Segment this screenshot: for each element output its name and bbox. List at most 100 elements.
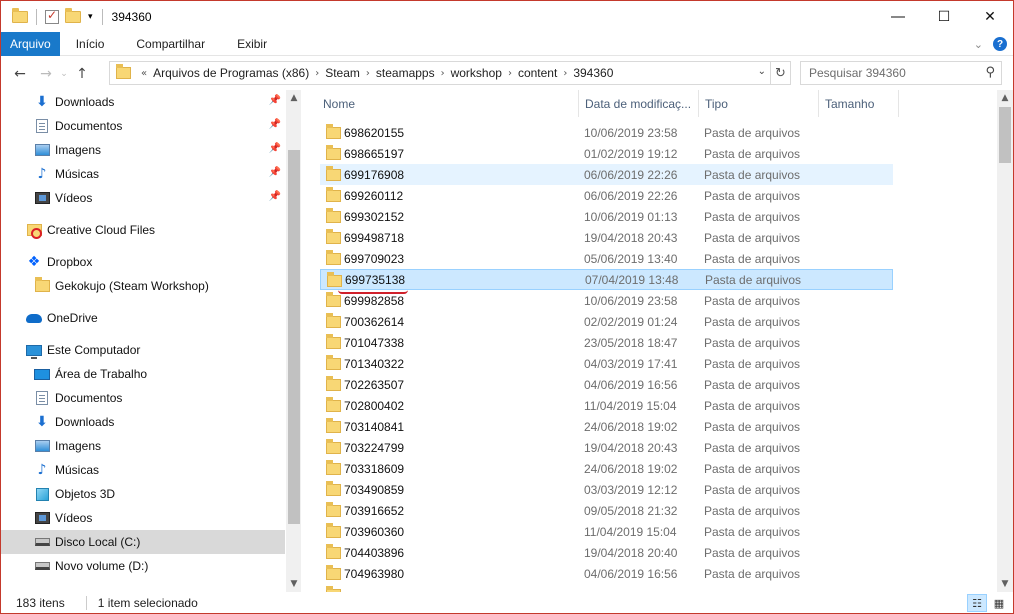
chevron-right-icon[interactable]: › [315, 68, 319, 79]
nav-item-documentos[interactable]: Documentos 📌 [1, 114, 285, 138]
new-folder-icon[interactable] [65, 7, 81, 23]
file-row[interactable]: 703916652 09/05/2018 21:32 Pasta de arqu… [320, 500, 893, 521]
nav-item-downloads[interactable]: ⬇ Downloads 📌 [1, 90, 285, 114]
folder-icon [116, 64, 131, 79]
column-header-size[interactable]: Tamanho [819, 90, 899, 117]
chevron-down-icon[interactable]: ⌄ [758, 66, 766, 77]
search-icon[interactable]: ⚲ [985, 65, 995, 80]
breadcrumb-item[interactable]: steamapps [376, 66, 435, 80]
column-header-type[interactable]: Tipo [699, 90, 819, 117]
file-row-selected[interactable]: 699735138 07/04/2019 13:48 Pasta de arqu… [320, 269, 893, 290]
scroll-up-icon[interactable]: ▲ [997, 90, 1013, 106]
nav-item-videos-pc[interactable]: Vídeos [1, 506, 285, 530]
nav-item-novo-volume-d[interactable]: Novo volume (D:) [1, 554, 285, 578]
chevron-right-icon[interactable]: › [563, 68, 567, 79]
folder-icon [326, 355, 341, 370]
file-list-scrollbar[interactable]: ▲ ▼ [997, 90, 1013, 592]
customize-toolbar-icon[interactable]: ▾ [88, 12, 93, 22]
file-row[interactable]: 701047338 23/05/2018 18:47 Pasta de arqu… [320, 332, 893, 353]
nav-item-area-de-trabalho[interactable]: Área de Trabalho [1, 362, 285, 386]
folder-icon [326, 334, 341, 349]
pin-icon[interactable]: 📌 [269, 119, 281, 130]
window-controls: ― ☐ ✕ [875, 1, 1013, 32]
file-row[interactable]: 702800402 11/04/2019 15:04 Pasta de arqu… [320, 395, 893, 416]
nav-item-dropbox[interactable]: ❖ Dropbox [1, 250, 285, 274]
maximize-button[interactable]: ☐ [921, 1, 967, 32]
nav-item-musicas[interactable]: ♪ Músicas 📌 [1, 162, 285, 186]
file-row[interactable]: 701340322 04/03/2019 17:41 Pasta de arqu… [320, 353, 893, 374]
scrollbar-thumb[interactable] [999, 107, 1011, 163]
help-icon[interactable]: ? [993, 37, 1007, 51]
breadcrumb-overflow-icon[interactable]: « [141, 68, 147, 79]
tab-compartilhar[interactable]: Compartilhar [120, 32, 221, 56]
file-row[interactable]: 700362614 02/02/2019 01:24 Pasta de arqu… [320, 311, 893, 332]
file-row[interactable]: 703318609 24/06/2018 19:02 Pasta de arqu… [320, 458, 893, 479]
chevron-right-icon[interactable]: › [508, 68, 512, 79]
up-button[interactable]: ↑ [71, 62, 93, 86]
file-row[interactable]: 699498718 19/04/2018 20:43 Pasta de arqu… [320, 227, 893, 248]
pin-icon[interactable]: 📌 [269, 95, 281, 106]
nav-item-musicas-pc[interactable]: ♪ Músicas [1, 458, 285, 482]
scrollbar-thumb[interactable] [288, 150, 300, 524]
file-row[interactable]: 704963980 04/06/2019 16:56 Pasta de arqu… [320, 563, 893, 584]
expand-ribbon-icon[interactable]: ⌄ [974, 38, 983, 51]
nav-item-objetos-3d[interactable]: Objetos 3D [1, 482, 285, 506]
details-view-icon[interactable]: ☷ [967, 594, 987, 612]
pin-icon[interactable]: 📌 [269, 143, 281, 154]
column-header-name[interactable]: Nome [317, 90, 579, 117]
nav-item-imagens[interactable]: Imagens 📌 [1, 138, 285, 162]
pin-icon[interactable]: 📌 [269, 191, 281, 202]
forward-button[interactable]: → [35, 62, 57, 86]
breadcrumb-item[interactable]: Arquivos de Programas (x86) [153, 66, 309, 80]
file-row[interactable]: 699302152 10/06/2019 01:13 Pasta de arqu… [320, 206, 893, 227]
nav-item-este-computador[interactable]: Este Computador [1, 338, 285, 362]
pin-icon[interactable]: 📌 [269, 167, 281, 178]
scroll-down-icon[interactable]: ▼ [997, 576, 1013, 592]
breadcrumb-item[interactable]: Steam [325, 66, 360, 80]
chevron-right-icon[interactable]: › [441, 68, 445, 79]
nav-item-videos[interactable]: Vídeos 📌 [1, 186, 285, 210]
back-button[interactable]: ← [9, 62, 31, 86]
breadcrumb-item[interactable]: 394360 [573, 66, 613, 80]
file-row[interactable]: 698665197 01/02/2019 19:12 Pasta de arqu… [320, 143, 893, 164]
tab-exibir[interactable]: Exibir [221, 32, 283, 56]
breadcrumb-item[interactable]: content [518, 66, 557, 80]
file-row[interactable]: 699709023 05/06/2019 13:40 Pasta de arqu… [320, 248, 893, 269]
file-row[interactable]: 704403896 19/04/2018 20:40 Pasta de arqu… [320, 542, 893, 563]
navpane-scrollbar[interactable]: ▲ ▼ [286, 90, 301, 592]
column-header-date[interactable]: Data de modificaç... [579, 90, 699, 117]
file-row[interactable]: 699260112 06/06/2019 22:26 Pasta de arqu… [320, 185, 893, 206]
image-icon [34, 440, 50, 452]
nav-item-disco-local-c[interactable]: Disco Local (C:) [1, 530, 285, 554]
nav-item-creative-cloud[interactable]: Creative Cloud Files [1, 218, 285, 242]
chevron-right-icon[interactable]: › [366, 68, 370, 79]
breadcrumb-item[interactable]: workshop [451, 66, 502, 80]
file-row[interactable]: 703224799 19/04/2018 20:43 Pasta de arqu… [320, 437, 893, 458]
file-row[interactable]: 703140841 24/06/2018 19:02 Pasta de arqu… [320, 416, 893, 437]
nav-item-documentos-pc[interactable]: Documentos [1, 386, 285, 410]
refresh-button[interactable]: ↻ [771, 61, 791, 85]
tab-arquivo[interactable]: Arquivo [1, 31, 60, 56]
scroll-down-icon[interactable]: ▼ [286, 576, 301, 592]
scroll-up-icon[interactable]: ▲ [286, 90, 301, 106]
file-row-partial[interactable] [320, 584, 893, 592]
properties-icon[interactable] [45, 8, 59, 24]
file-row[interactable]: 703490859 03/03/2019 12:12 Pasta de arqu… [320, 479, 893, 500]
nav-item-gekokujo[interactable]: Gekokujo (Steam Workshop) [1, 274, 285, 298]
search-box[interactable]: ⚲ [800, 61, 1002, 85]
nav-item-imagens-pc[interactable]: Imagens [1, 434, 285, 458]
minimize-button[interactable]: ― [875, 1, 921, 32]
file-row[interactable]: 699176908 06/06/2019 22:26 Pasta de arqu… [320, 164, 893, 185]
file-row[interactable]: 702263507 04/06/2019 16:56 Pasta de arqu… [320, 374, 893, 395]
nav-item-downloads-pc[interactable]: ⬇ Downloads [1, 410, 285, 434]
folder-icon [12, 7, 28, 23]
file-row[interactable]: 703960360 11/04/2019 15:04 Pasta de arqu… [320, 521, 893, 542]
nav-item-onedrive[interactable]: OneDrive [1, 306, 285, 330]
large-icons-view-icon[interactable]: ▦ [989, 594, 1009, 612]
close-button[interactable]: ✕ [967, 1, 1013, 32]
search-input[interactable] [809, 66, 979, 80]
recent-locations-button[interactable]: ⌄ [57, 62, 71, 86]
file-row[interactable]: 698620155 10/06/2019 23:58 Pasta de arqu… [320, 122, 893, 143]
address-bar[interactable]: « Arquivos de Programas (x86) › Steam › … [109, 61, 771, 85]
tab-inicio[interactable]: Início [60, 32, 121, 56]
